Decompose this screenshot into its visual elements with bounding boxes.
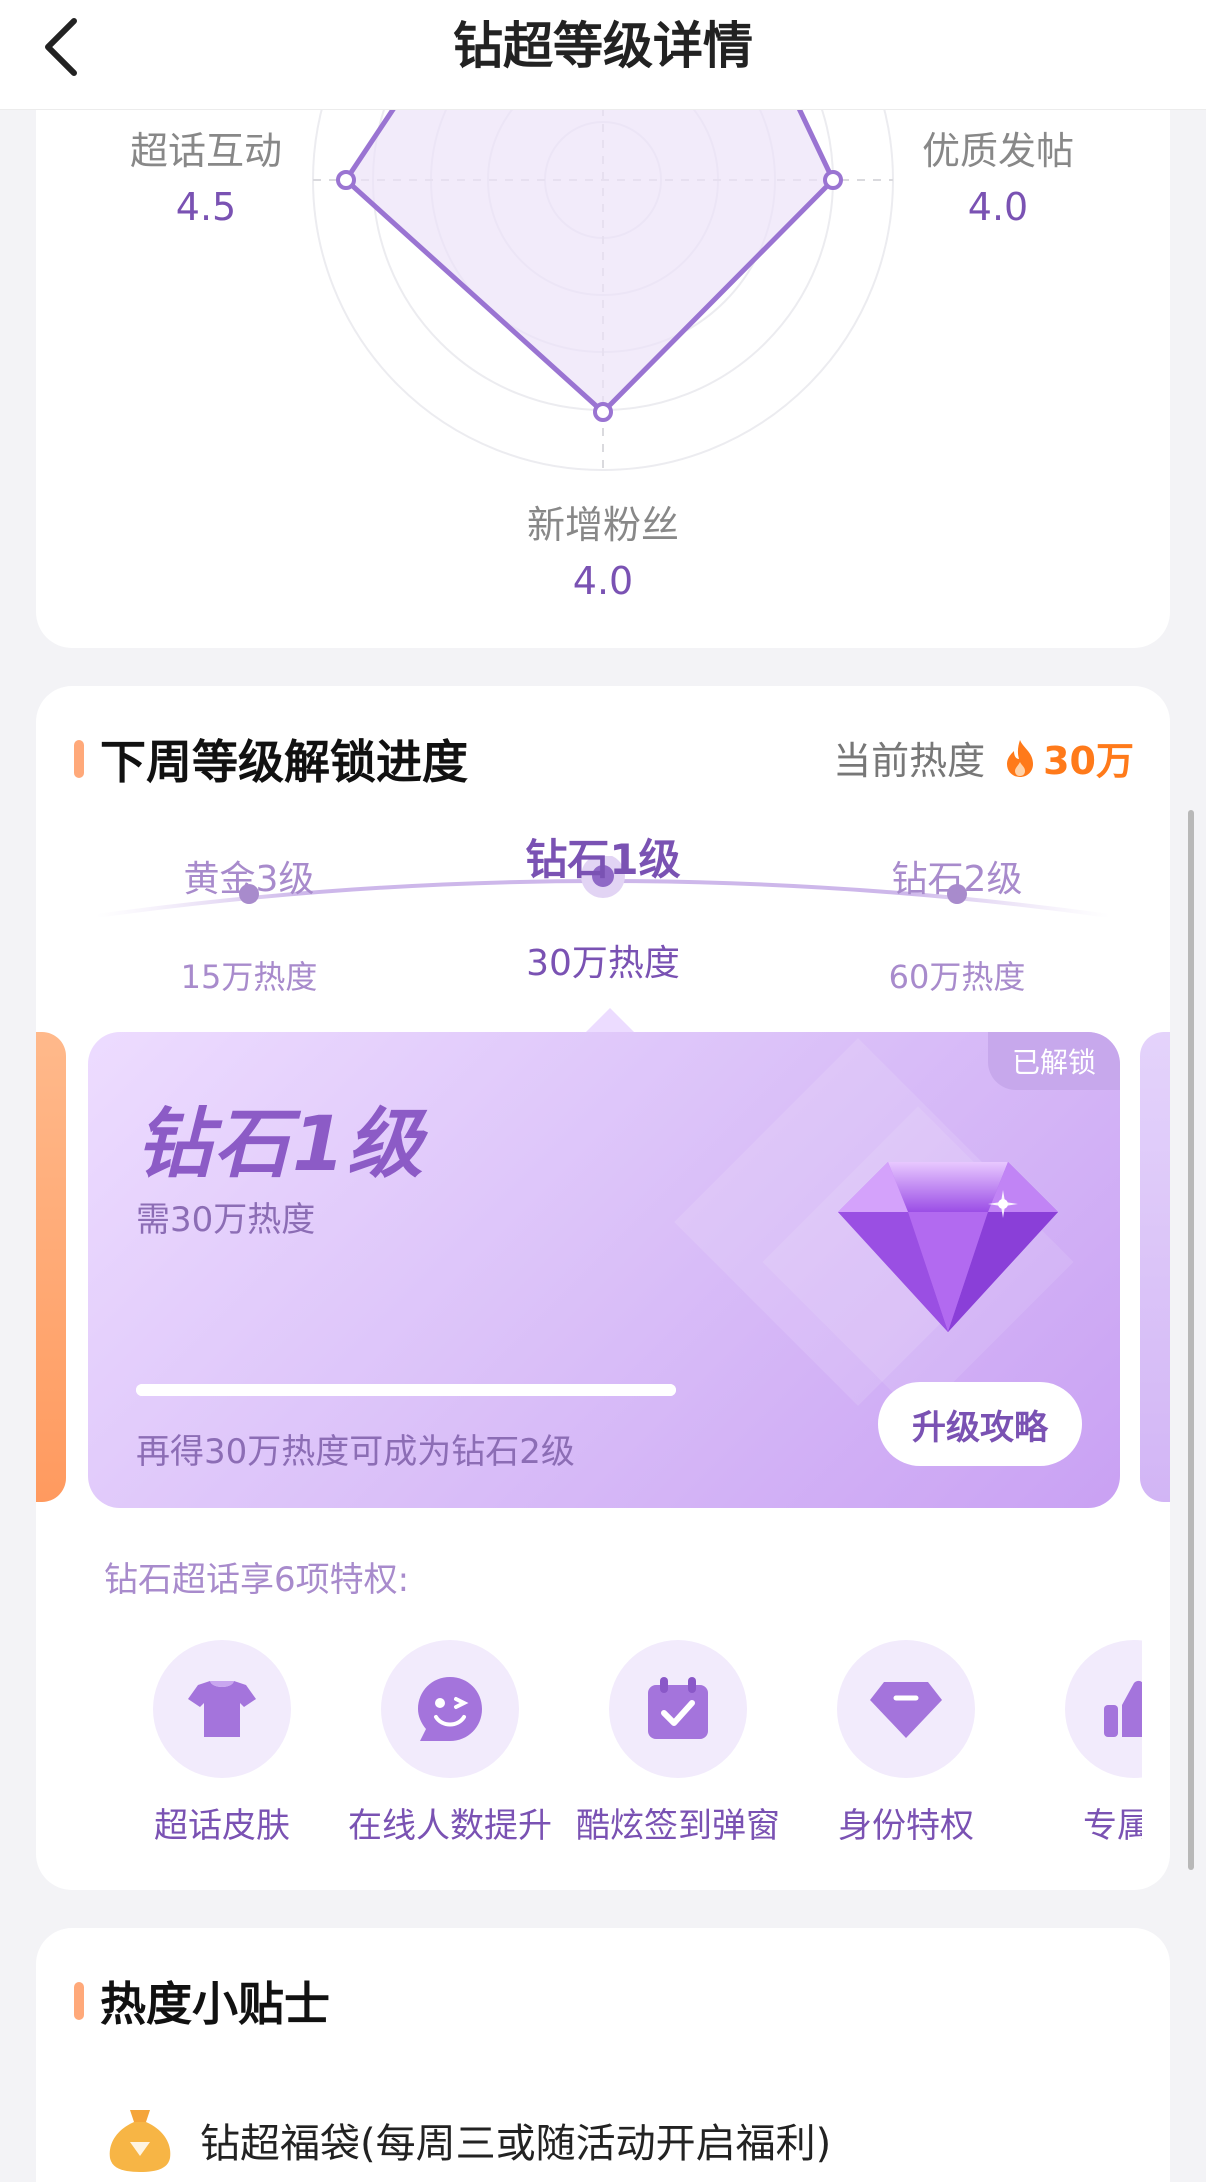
radar-card: 超话互动 4.5 优质发帖 4.0 新增粉丝 4.0: [36, 60, 1170, 648]
section-header: 下周等级解锁进度: [74, 726, 468, 792]
smile-chat-icon: [418, 1677, 482, 1741]
section-header: 热度小贴士: [74, 1968, 330, 2034]
tip-item[interactable]: 钻超福袋(每周三或随活动开启福利): [104, 2104, 831, 2176]
section-accent-bar: [74, 1982, 84, 2020]
level-progress-fill: [136, 1384, 676, 1396]
axis-label: 超话互动: [129, 129, 282, 173]
top-bar: 钻超等级详情: [0, 0, 1206, 110]
gem-icon: [870, 1682, 942, 1738]
privilege-label: 酷炫签到弹窗: [576, 1806, 780, 1840]
radar-axis-interaction: 超话互动 4.5: [96, 126, 316, 232]
level-progress-card: 下周等级解锁进度 当前热度 30万 黄金3级 15万热度 钻石1级 30万热度 …: [36, 686, 1170, 1890]
privilege-item-exclusive[interactable]: 专属推: [1024, 1640, 1142, 1840]
level-heat-gold3: 15万热度: [180, 958, 318, 996]
current-heat-value: 30万: [1043, 739, 1134, 783]
radar-axis-quality-posts: 优质发帖 4.0: [888, 126, 1108, 232]
privilege-icon-circle: [609, 1640, 747, 1778]
axis-label: 新增粉丝: [526, 503, 679, 547]
diamond-gem-icon: [838, 1162, 1058, 1332]
tshirt-icon: [188, 1681, 256, 1737]
section-title: 下周等级解锁进度: [100, 735, 468, 789]
level-name-diamond2[interactable]: 钻石2级: [837, 850, 1077, 902]
tip-text: 钻超福袋(每周三或随活动开启福利): [200, 2121, 832, 2167]
privilege-item-online-count[interactable]: 在线人数提升: [340, 1640, 560, 1840]
level-card-title: 钻石1级: [136, 1099, 425, 1188]
upgrade-guide-button[interactable]: 升级攻略: [878, 1382, 1082, 1466]
privilege-icon-circle: [381, 1640, 519, 1778]
privilege-item-checkin-popup[interactable]: 酷炫签到弹窗: [568, 1640, 788, 1840]
level-name-diamond1[interactable]: 钻石1级: [483, 826, 723, 887]
heat-tips-card: 热度小贴士 钻超福袋(每周三或随活动开启福利): [36, 1928, 1170, 2182]
card-pointer: [584, 1008, 636, 1034]
radar-point: [336, 170, 356, 190]
axis-value: 4.5: [175, 185, 237, 229]
radar-point: [593, 402, 613, 422]
current-heat: 当前热度 30万: [833, 730, 1134, 785]
privilege-label: 超话皮肤: [154, 1806, 290, 1840]
page-title: 钻超等级详情: [453, 17, 753, 75]
next-level-card[interactable]: [1140, 1032, 1170, 1502]
radar-axis-new-fans: 新增粉丝 4.0: [493, 500, 713, 606]
level-card-diamond1[interactable]: 已解锁 钻石1级 需30万热度 再得30万热度可成为钻石2级 升级攻略: [88, 1032, 1120, 1508]
privilege-label: 身份特权: [838, 1806, 974, 1840]
unlocked-badge: 已解锁: [988, 1032, 1120, 1090]
level-card-requirement: 需30万热度: [136, 1200, 316, 1240]
privilege-item-identity[interactable]: 身份特权: [796, 1640, 1016, 1840]
privilege-icon-circle: [153, 1640, 291, 1778]
calendar-check-icon: [648, 1677, 708, 1739]
level-heat-diamond1: 30万热度: [526, 943, 680, 984]
privilege-label: 在线人数提升: [348, 1806, 552, 1840]
radar-point: [823, 170, 843, 190]
privilege-label: 专属推: [1083, 1806, 1142, 1840]
scrollbar[interactable]: [1188, 810, 1194, 1870]
privilege-icon-circle: [1065, 1640, 1142, 1778]
privileges-list[interactable]: 超话皮肤 在线人数提升 酷炫签到弹窗 身份特权 专属: [82, 1640, 1142, 1840]
axis-value: 4.0: [572, 559, 634, 603]
axis-value: 4.0: [967, 185, 1029, 229]
privilege-item-skin[interactable]: 超话皮肤: [112, 1640, 332, 1840]
section-title: 热度小贴士: [100, 1977, 330, 2031]
fire-icon: [1007, 739, 1034, 777]
privileges-title: 钻石超话享6项特权:: [104, 1560, 410, 1600]
section-accent-bar: [74, 740, 84, 778]
level-card-tip: 再得30万热度可成为钻石2级: [136, 1432, 575, 1472]
level-name-gold3[interactable]: 黄金3级: [129, 850, 369, 902]
lucky-bag-icon: [109, 2110, 171, 2172]
level-progress-bar: [136, 1384, 676, 1396]
previous-level-card[interactable]: [36, 1032, 66, 1502]
thumbs-up-icon: [1104, 1680, 1142, 1737]
level-heat-diamond2: 60万热度: [888, 958, 1026, 996]
current-heat-label: 当前热度: [833, 739, 986, 783]
privilege-icon-circle: [837, 1640, 975, 1778]
axis-label: 优质发帖: [921, 129, 1074, 173]
